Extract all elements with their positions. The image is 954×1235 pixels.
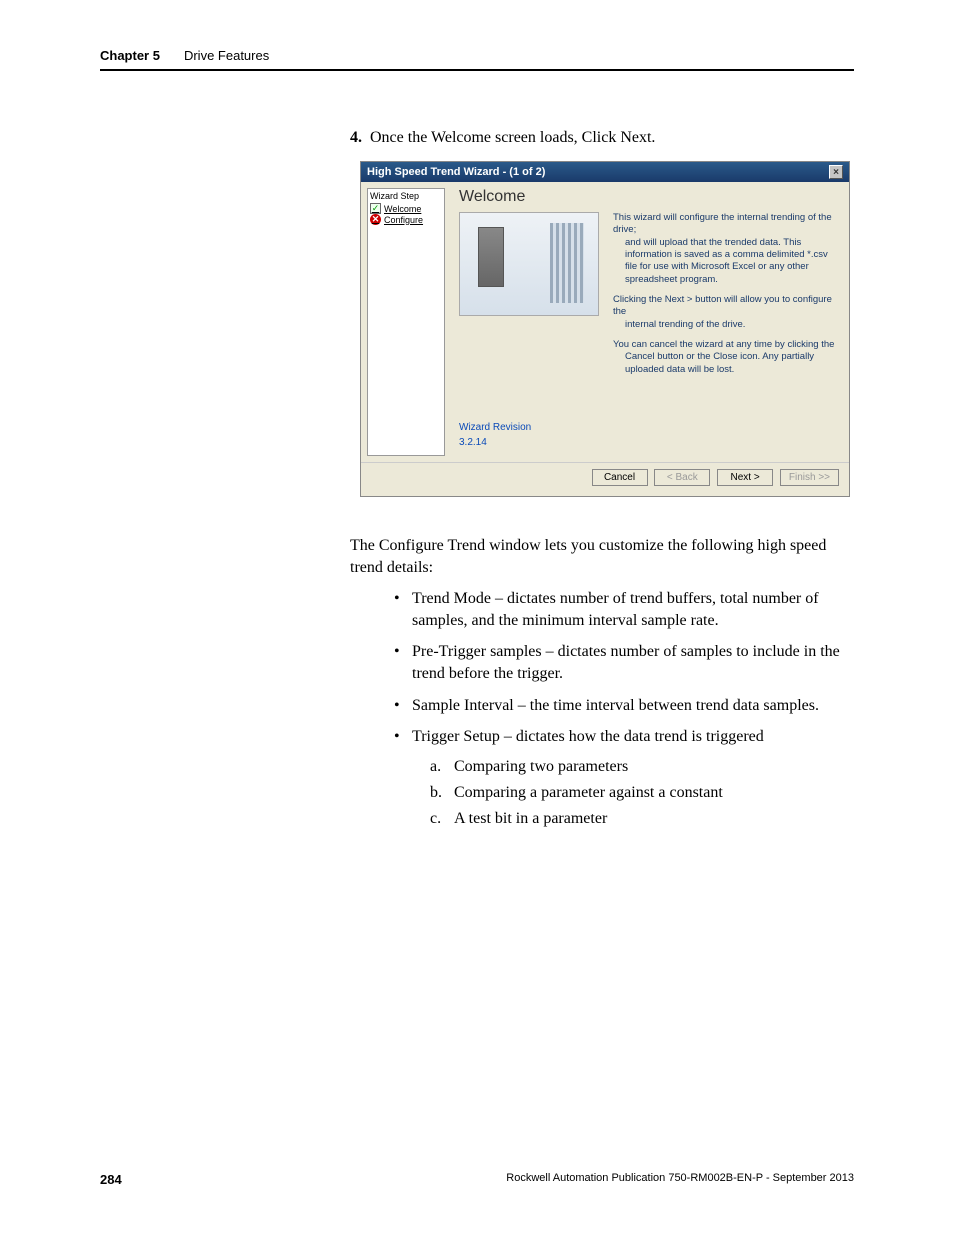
wizard-revision-value: 3.2.14: [459, 437, 531, 448]
trigger-sublist: a. Comparing two parameters b. Comparing…: [430, 758, 854, 828]
page-content: 4. Once the Welcome screen loads, Click …: [0, 79, 954, 828]
list-item: b. Comparing a parameter against a const…: [430, 784, 854, 802]
list-item: a. Comparing two parameters: [430, 758, 854, 776]
wizard-step-sidebar: Wizard Step ✓ Welcome ✕ Configure: [367, 188, 445, 456]
wizard-window: High Speed Trend Wizard - (1 of 2) × Wiz…: [360, 161, 850, 497]
step-4: 4. Once the Welcome screen loads, Click …: [350, 129, 854, 147]
check-icon: ✓: [370, 203, 381, 214]
page-header: Chapter 5 Drive Features: [0, 0, 954, 79]
wizard-p1-lead: This wizard will configure the internal …: [613, 212, 832, 235]
chapter-title: Drive Features: [184, 48, 269, 63]
sublist-letter: c.: [430, 810, 441, 828]
wizard-step-configure[interactable]: ✕ Configure: [370, 214, 442, 225]
wizard-button-bar: Cancel < Back Next > Finish >>: [361, 462, 849, 496]
wizard-main: Welcome This wizard will configure the i…: [445, 182, 849, 462]
sublist-text: A test bit in a parameter: [454, 810, 607, 827]
config-trend-paragraph: The Configure Trend window lets you cust…: [350, 535, 854, 578]
list-item: c. A test bit in a parameter: [430, 810, 854, 828]
wizard-step-welcome[interactable]: ✓ Welcome: [370, 203, 442, 214]
wizard-p2-lead: Clicking the Next > button will allow yo…: [613, 294, 832, 317]
wizard-titlebar: High Speed Trend Wizard - (1 of 2) ×: [361, 162, 849, 182]
sublist-letter: b.: [430, 784, 442, 802]
wizard-p1-rest: and will upload that the trended data. T…: [613, 237, 839, 286]
list-item: Trend Mode – dictates number of trend bu…: [390, 588, 854, 631]
close-icon[interactable]: ×: [829, 165, 843, 179]
list-item: Sample Interval – the time interval betw…: [390, 695, 854, 717]
sublist-text: Comparing two parameters: [454, 758, 628, 775]
wizard-step-label: Welcome: [384, 204, 421, 214]
wizard-step-label: Configure: [384, 215, 423, 225]
back-button[interactable]: < Back: [654, 469, 710, 486]
wizard-revision-label: Wizard Revision: [459, 422, 531, 433]
step-text: Once the Welcome screen loads, Click Nex…: [370, 129, 655, 147]
wizard-title-text: High Speed Trend Wizard - (1 of 2): [367, 166, 545, 178]
wizard-step-heading: Wizard Step: [370, 191, 442, 201]
cancel-button[interactable]: Cancel: [592, 469, 648, 486]
wizard-p3-rest: Cancel button or the Close icon. Any par…: [613, 351, 839, 376]
wizard-illustration: [459, 212, 599, 316]
wizard-p3-lead: You can cancel the wizard at any time by…: [613, 339, 834, 350]
wizard-body: Wizard Step ✓ Welcome ✕ Configure Welcom…: [361, 182, 849, 462]
step-number: 4.: [350, 129, 362, 147]
error-icon: ✕: [370, 214, 381, 225]
sublist-letter: a.: [430, 758, 441, 776]
page-number: 284: [100, 1172, 122, 1187]
trend-details-list: Trend Mode – dictates number of trend bu…: [390, 588, 854, 748]
wizard-heading: Welcome: [459, 188, 839, 206]
list-item: Pre-Trigger samples – dictates number of…: [390, 641, 854, 684]
chapter-number: Chapter 5: [100, 48, 160, 63]
finish-button[interactable]: Finish >>: [780, 469, 839, 486]
publication-id: Rockwell Automation Publication 750-RM00…: [506, 1172, 854, 1187]
sublist-text: Comparing a parameter against a constant: [454, 784, 723, 801]
next-button[interactable]: Next >: [717, 469, 773, 486]
wizard-revision: Wizard Revision 3.2.14: [459, 422, 531, 452]
wizard-description: This wizard will configure the internal …: [613, 212, 839, 384]
list-item: Trigger Setup – dictates how the data tr…: [390, 726, 854, 748]
header-rule: [100, 69, 854, 71]
wizard-p2-rest: internal trending of the drive.: [613, 319, 839, 331]
page-footer: 284 Rockwell Automation Publication 750-…: [0, 1172, 954, 1187]
